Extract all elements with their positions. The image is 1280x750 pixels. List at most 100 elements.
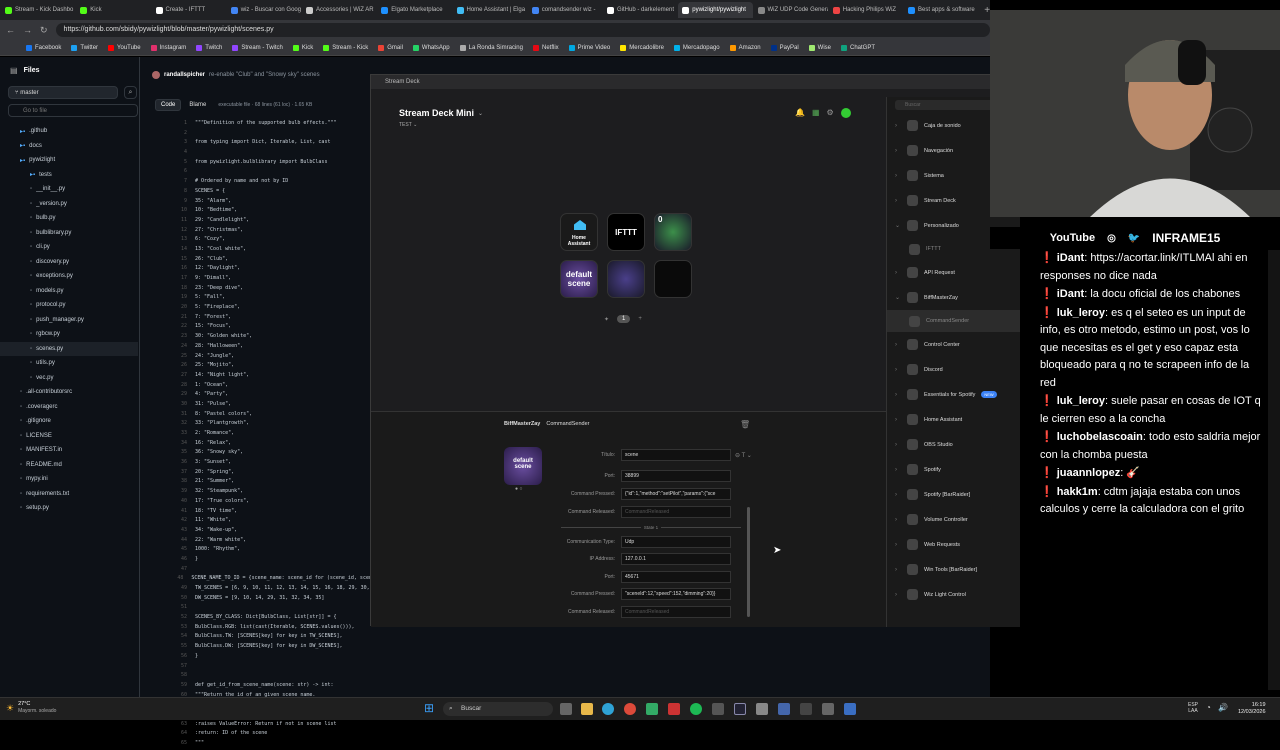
browser-tab[interactable]: comandsender wiz - <box>528 2 602 18</box>
tree-file[interactable]: ▫ README.md <box>0 458 138 473</box>
tree-file[interactable]: ▫ .all-contributorsrc <box>0 385 138 400</box>
cmd-released-input[interactable]: CommandReleased <box>621 506 731 518</box>
app-icon-4[interactable] <box>756 703 768 715</box>
bookmark-item[interactable]: La Ronda Simracing <box>459 44 523 51</box>
bookmark-item[interactable]: Stream - Twitch <box>232 44 283 51</box>
windows-start-icon[interactable]: ⊞ <box>424 701 434 715</box>
bookmark-item[interactable]: Stream - Kick <box>323 44 368 51</box>
marketplace-icon[interactable]: ▦ <box>812 108 820 118</box>
title-format-icon[interactable]: ⊖ T ⌄ <box>735 452 752 459</box>
tree-file[interactable]: ▫ .coveragerc <box>0 400 138 415</box>
plugin-category[interactable]: › Home Assistant <box>887 407 1020 432</box>
tree-file[interactable]: ▫ bulb.py <box>0 211 138 226</box>
plugin-category[interactable]: › Win Tools [BarRaider] <box>887 557 1020 582</box>
port2-input[interactable]: 45671 <box>621 571 731 583</box>
back-icon[interactable]: ← <box>6 25 15 35</box>
deck-key[interactable]: Home Assistant <box>560 213 598 251</box>
tab-code[interactable]: Code <box>155 99 182 111</box>
tree-file[interactable]: ▫ scenes.py <box>0 341 138 356</box>
profile-selector[interactable]: TEST ⌄ <box>399 122 417 128</box>
plugin-category[interactable]: › API Request <box>887 260 1020 285</box>
tree-file[interactable]: ▫ vec.py <box>0 371 138 386</box>
tree-folder[interactable]: ▸▪ tests <box>0 168 138 183</box>
browser-tab[interactable]: Kick <box>76 2 150 18</box>
tree-file[interactable]: ▫ setup.py <box>0 501 138 516</box>
device-selector[interactable]: Stream Deck Mini ⌄ <box>399 108 483 118</box>
edge-icon[interactable] <box>602 703 614 715</box>
cmd-pressed2-input[interactable]: "sceneId":12,"speed":152,"dimming":20}} <box>621 588 731 600</box>
weather-widget[interactable]: ☀ 27°C Mayorm. soleado <box>6 701 56 715</box>
bookmark-item[interactable]: ChatGPT <box>841 44 875 51</box>
inspector-scrollbar[interactable] <box>747 507 750 617</box>
deck-key[interactable] <box>654 260 692 298</box>
chat-username[interactable]: iDant <box>1057 288 1085 300</box>
deck-key[interactable]: IFTTT <box>607 213 645 251</box>
chat-username[interactable]: iDant <box>1057 252 1085 264</box>
app-icon-6[interactable] <box>800 703 812 715</box>
app-icon-1[interactable] <box>646 703 658 715</box>
browser-tab[interactable]: Hacking Philips WiZ <box>829 2 903 18</box>
browser-tab[interactable]: WiZ UDP Code Genera <box>754 2 828 18</box>
url-field[interactable]: https://github.com/sbidy/pywizlight/blob… <box>55 23 990 37</box>
cmd-released2-input[interactable]: CommandReleased <box>621 606 731 618</box>
file-explorer-icon[interactable] <box>581 703 593 715</box>
browser-tab[interactable]: GitHub - darkelement <box>603 2 677 18</box>
bookmark-item[interactable]: WhatsApp <box>412 44 450 51</box>
app-icon-7[interactable] <box>822 703 834 715</box>
commit-message[interactable]: re-enable "Club" and "Snowy sky" scenes <box>209 72 320 78</box>
tree-file[interactable]: ▫ cli.py <box>0 240 138 255</box>
taskbar-search[interactable]: ⌕ Buscar <box>443 702 553 716</box>
tree-file[interactable]: ▫ mypy.ini <box>0 472 138 487</box>
sidebar-toggle-icon[interactable]: ▤ <box>10 66 18 75</box>
plugin-category[interactable]: › Essentials for Spotify NEW <box>887 382 1020 407</box>
chat-username[interactable]: luchobelascoain <box>1057 431 1143 443</box>
bookmark-item[interactable]: Kick <box>292 44 313 51</box>
browser-tab[interactable]: Stream - Kick Dashbo <box>1 2 75 18</box>
tree-file[interactable]: ▫ MANIFEST.in <box>0 443 138 458</box>
volume-icon[interactable]: 🔊 <box>1218 703 1228 712</box>
browser-tab[interactable]: pywizlight/pywizlight <box>678 2 753 18</box>
tree-folder[interactable]: ▸▪ .github <box>0 124 138 139</box>
tree-file[interactable]: ▫ exceptions.py <box>0 269 138 284</box>
bookmark-item[interactable]: Mercadolibre <box>620 44 664 51</box>
port-input[interactable]: 38899 <box>621 470 731 482</box>
plugin-category[interactable]: › Wiz Light Control <box>887 582 1020 607</box>
commit-author[interactable]: randallspicher <box>164 72 205 78</box>
tree-file[interactable]: ▫ LICENSE <box>0 429 138 444</box>
tree-file[interactable]: ▫ protocol.py <box>0 298 138 313</box>
wifi-icon[interactable]: ◔ <box>1206 703 1211 712</box>
tree-file[interactable]: ▫ .gitignore <box>0 414 138 429</box>
tree-folder[interactable]: ▸▪ docs <box>0 139 138 154</box>
app-icon-8[interactable] <box>844 703 856 715</box>
deck-key[interactable]: 0 <box>654 213 692 251</box>
plugin-category[interactable]: › Volume Controller <box>887 507 1020 532</box>
page-number[interactable]: 1 <box>617 315 631 323</box>
forward-icon[interactable]: → <box>23 25 32 35</box>
bell-icon[interactable]: 🔔 <box>795 108 805 118</box>
chrome-icon[interactable] <box>624 703 636 715</box>
tree-file[interactable]: ▫ __init__.py <box>0 182 138 197</box>
bookmark-item[interactable]: Prime Video <box>568 44 610 51</box>
plugin-category[interactable]: ⌄ BiffMasterZay <box>887 285 1020 310</box>
plugin-category[interactable]: › Control Center <box>887 332 1020 357</box>
deck-key[interactable] <box>607 260 645 298</box>
plugin-category[interactable]: › Spotify [BarRaider] <box>887 482 1020 507</box>
chat-scrollbar[interactable] <box>1268 250 1280 690</box>
tree-file[interactable]: ▫ models.py <box>0 284 138 299</box>
spotify-icon[interactable] <box>690 703 702 715</box>
branch-selector[interactable]: ⑂ master <box>8 86 118 99</box>
bookmark-item[interactable]: Instagram <box>150 44 186 51</box>
tree-file[interactable]: ▫ discovery.py <box>0 255 138 270</box>
trash-icon[interactable]: 🗑 <box>740 420 750 429</box>
search-button[interactable]: ⌕ <box>124 86 137 99</box>
action-icon-preview[interactable]: default scene <box>504 447 542 485</box>
bookmark-item[interactable]: Amazon <box>729 44 761 51</box>
account-icon[interactable] <box>840 108 851 118</box>
reload-icon[interactable]: ↻ <box>40 25 48 36</box>
app-icon-5[interactable] <box>778 703 790 715</box>
plugin-category[interactable]: › OBS Studio <box>887 432 1020 457</box>
chat-username[interactable]: luk_leroy <box>1057 307 1105 319</box>
tree-file[interactable]: ▫ utils.py <box>0 356 138 371</box>
task-view-icon[interactable] <box>560 703 572 715</box>
pin-icon[interactable]: ✦ <box>604 316 609 323</box>
